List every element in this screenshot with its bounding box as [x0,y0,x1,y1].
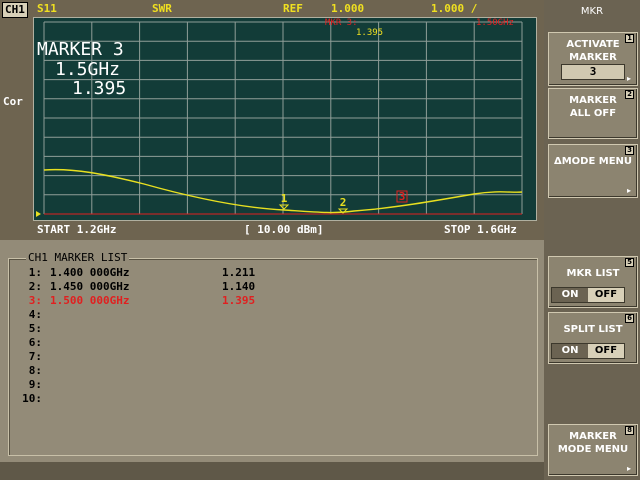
marker-readout-label: MKR 3: [325,18,358,28]
arrow-right-icon: ▸ [626,186,631,195]
marker-row-3-active: 3: 1.500 000GHz 1.395 [28,294,256,307]
softkey-number: 6 [625,314,634,323]
active-marker-value[interactable]: 3 [561,64,625,80]
format-label: SWR [152,2,172,15]
marker-row-7: 7: [28,350,42,363]
marker-mode-menu-softkey[interactable]: 8 MARKER MODE MENU ▸ [548,424,638,476]
ref-label: REF [283,2,303,15]
activate-marker-softkey[interactable]: 1 ACTIVATE MARKER 3 ▸ [548,32,638,86]
marker-row-4: 4: [28,308,42,321]
softkey-label: SPLIT LIST [563,324,623,335]
toggle-on[interactable]: ON [552,288,588,302]
marker-row-8: 8: [28,364,42,377]
parameter-label: S11 [37,2,57,15]
softkey-label: MODE MENU [557,444,629,455]
marker-row-10: 10: [22,392,42,405]
softkey-number: 2 [625,90,634,99]
mkr-list-toggle[interactable]: ON OFF [551,287,625,303]
marker-2-flag-label: 2 [340,196,347,209]
delta-mode-menu-softkey[interactable]: 3 ΔMODE MENU ▸ [548,144,638,198]
marker-row-6: 6: [28,336,42,349]
scale-value: 1.000 / [431,2,478,15]
marker-1-flag-label: 1 [281,192,288,205]
softkey-label: MARKER [569,95,617,106]
marker-3-flag-label: 3 [399,190,406,203]
arrow-right-icon: ▸ [626,464,631,473]
marker-row-9: 9: [28,378,42,391]
softkey-number: 8 [625,426,634,435]
softkey-label: MARKER [569,431,617,442]
marker-frequency: 1.5GHz [55,59,121,80]
status-strip [0,462,544,480]
softkey-label: MARKER [569,52,617,63]
split-list-toggle[interactable]: ON OFF [551,343,625,359]
softkey-label: MKR LIST [566,268,620,279]
start-frequency: START 1.2GHz [37,223,117,236]
marker-list-title: CH1 MARKER LIST [26,251,130,264]
softkey-number: 3 [625,146,634,155]
softkey-label: ΔMODE MENU [553,156,633,167]
menu-title: MKR [580,6,604,17]
split-list-softkey[interactable]: 6 SPLIT LIST ON OFF [548,312,638,364]
marker-value: 1.395 [72,78,127,99]
correction-indicator: Cor [3,95,23,108]
mkr-list-softkey[interactable]: 5 MKR LIST ON OFF [548,256,638,308]
marker-all-off-softkey[interactable]: 2 MARKER ALL OFF [548,88,638,139]
marker-readout-value: 1.395 [356,28,384,38]
reference-pointer-icon [36,211,41,217]
marker-row-2: 2: 1.450 000GHz 1.140 [28,280,256,293]
marker-title: MARKER 3 [37,39,124,60]
marker-readout-frequency: 1.50GHz [476,18,514,28]
ref-value: 1.000 [331,2,365,15]
arrow-right-icon: ▸ [626,74,631,83]
stop-frequency: STOP 1.6GHz [444,223,517,236]
marker-row-5: 5: [28,322,42,335]
marker-1-flag-pointer [278,204,290,210]
toggle-off[interactable]: OFF [588,288,624,302]
toggle-off[interactable]: OFF [588,344,624,358]
channel-label: CH1 [2,2,28,18]
softkey-label: ACTIVATE [566,39,620,50]
softkey-label: ALL OFF [569,108,617,119]
softkey-number: 5 [625,258,634,267]
softkey-number: 1 [625,34,634,43]
marker-row-1: 1: 1.400 000GHz 1.211 [28,266,256,279]
source-power: [ 10.00 dBm] [244,223,324,236]
toggle-on[interactable]: ON [552,344,588,358]
